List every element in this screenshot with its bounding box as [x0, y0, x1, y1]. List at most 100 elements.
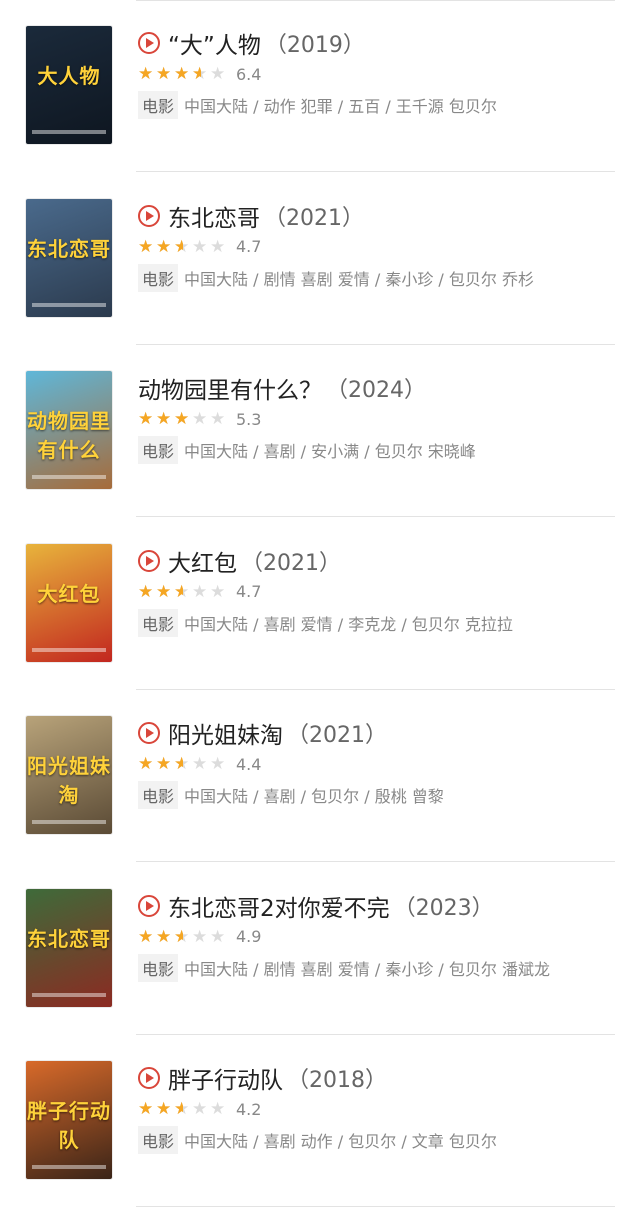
star-icon: ★	[192, 754, 208, 774]
play-icon[interactable]	[138, 32, 160, 54]
poster-caption-band	[32, 1165, 106, 1169]
movie-year: （2024）	[326, 378, 426, 403]
star-rating: ★ ★ ★ ★ ★ ★ ★ ★ ★	[138, 64, 228, 84]
movie-meta: 中国大陆 / 剧情 喜剧 爱情 / 秦小珍 / 包贝尔 潘斌龙	[184, 959, 550, 979]
movie-year: （2019）	[264, 33, 365, 58]
type-tag: 电影	[138, 608, 179, 637]
meta-row: 电影 中国大陆 / 喜剧 爱情 / 李克龙 / 包贝尔 克拉拉	[138, 608, 618, 638]
star-rating: ★ ★ ★ ★ ★ ★ ★ ★	[138, 581, 228, 602]
play-icon[interactable]	[138, 1067, 160, 1089]
movie-title[interactable]: 胖子行动队	[168, 1061, 283, 1095]
rating-row: ★ ★ ★ ★ ★ ★ ★ ★ 4.7	[138, 233, 618, 261]
movie-list-item[interactable]: 胖子行动队 胖子行动队 （2018） ★ ★ ★ ★ ★ ★ ★ ★ 4.2 电影 中国大陆 / 喜剧 动…	[0, 1035, 640, 1207]
movie-info: 胖子行动队 （2018） ★ ★ ★ ★ ★ ★ ★ ★ 4.2 电影 中国大陆 / 喜剧 动作 / 包…	[138, 1061, 618, 1155]
type-tag: 电影	[138, 263, 179, 292]
poster-caption-band	[32, 820, 106, 824]
movie-list-item[interactable]: 东北恋哥 东北恋哥 （2021） ★ ★ ★ ★ ★ ★ ★ ★ 4.7 电影 中国大陆 / 剧情 喜剧 …	[0, 173, 640, 345]
movie-title[interactable]: 东北恋哥2对你爱不完	[168, 889, 390, 923]
star-icon: ★ ★	[138, 1099, 154, 1119]
movie-year: （2021）	[287, 723, 387, 748]
movie-list-item[interactable]: 阳光姐妹淘 阳光姐妹淘 （2021） ★ ★ ★ ★ ★ ★ ★ ★ 4.4 电影 中国大陆 / 喜剧 /…	[0, 690, 640, 862]
poster-logo-text: 东北恋哥	[27, 926, 111, 951]
play-icon[interactable]	[138, 204, 160, 227]
meta-row: 电影 中国大陆 / 剧情 喜剧 爱情 / 秦小珍 / 包贝尔 乔杉	[138, 263, 618, 293]
title-row[interactable]: 胖子行动队 （2018）	[138, 1061, 618, 1095]
star-icon: ★ ★	[192, 64, 208, 84]
movie-list-item[interactable]: 东北恋哥 东北恋哥2对你爱不完 （2023） ★ ★ ★ ★ ★ ★ ★ ★ 4.9 电影 中国大陆 / …	[0, 863, 640, 1035]
star-icon: ★ ★	[138, 236, 154, 257]
star-icon: ★ ★	[156, 581, 172, 602]
poster-logo-text: 动物园里有什么	[27, 409, 111, 462]
play-icon[interactable]	[138, 894, 160, 917]
rating-row: ★ ★ ★ ★ ★ ★ ★ ★ ★ 6.4	[138, 60, 618, 88]
movie-meta: 中国大陆 / 喜剧 动作 / 包贝尔 / 文章 包贝尔	[184, 1132, 497, 1151]
star-icon: ★	[210, 754, 226, 774]
title-row[interactable]: 阳光姐妹淘 （2021）	[138, 716, 618, 750]
star-icon: ★ ★	[156, 1099, 172, 1119]
star-icon: ★	[210, 926, 226, 947]
movie-year: （2021）	[241, 550, 341, 576]
rating-score: 4.7	[236, 582, 262, 601]
movie-title[interactable]: 阳光姐妹淘	[168, 716, 283, 750]
star-icon: ★	[210, 236, 226, 257]
type-tag: 电影	[138, 781, 179, 809]
movie-poster[interactable]: 东北恋哥	[26, 888, 112, 1007]
title-row[interactable]: 大红包 （2021）	[138, 544, 618, 578]
rating-score: 4.9	[236, 927, 262, 946]
movie-poster[interactable]: 大人物	[26, 26, 112, 144]
poster-caption-band	[32, 992, 106, 997]
movie-info: “大”人物 （2019） ★ ★ ★ ★ ★ ★ ★ ★ ★ 6.4 电影 中国大陆 / 动作 犯罪 / …	[138, 26, 618, 120]
star-rating: ★ ★ ★ ★ ★ ★ ★ ★	[138, 236, 228, 257]
star-icon: ★	[210, 409, 226, 429]
poster-logo-text: 大人物	[37, 64, 101, 88]
rating-score: 6.4	[236, 64, 262, 84]
item-divider	[136, 1206, 615, 1207]
movie-meta: 中国大陆 / 动作 犯罪 / 五百 / 王千源 包贝尔	[184, 97, 497, 116]
star-icon: ★ ★	[156, 754, 172, 774]
movie-info: 东北恋哥 （2021） ★ ★ ★ ★ ★ ★ ★ ★ 4.7 电影 中国大陆 / 剧情 喜剧 爱情 /…	[138, 199, 618, 293]
title-row[interactable]: 动物园里有什么？ （2024）	[138, 371, 618, 405]
title-row[interactable]: 东北恋哥2对你爱不完 （2023）	[138, 889, 618, 923]
movie-title[interactable]: 动物园里有什么？	[138, 371, 322, 405]
movie-info: 大红包 （2021） ★ ★ ★ ★ ★ ★ ★ ★ 4.7 电影 中国大陆 / 喜剧 爱情 / 李克龙…	[138, 544, 618, 638]
star-icon: ★	[210, 64, 226, 84]
poster-logo-text: 阳光姐妹淘	[27, 754, 111, 807]
movie-poster[interactable]: 胖子行动队	[26, 1061, 112, 1179]
play-icon[interactable]	[138, 549, 160, 572]
movie-list-item[interactable]: 大红包 大红包 （2021） ★ ★ ★ ★ ★ ★ ★ ★ 4.7 电影 中国大陆 / 喜剧 爱情 / …	[0, 518, 640, 690]
rating-row: ★ ★ ★ ★ ★ ★ ★ ★ 4.4	[138, 750, 618, 778]
rating-row: ★ ★ ★ ★ ★ ★ ★ ★ 4.7	[138, 578, 618, 606]
meta-row: 电影 中国大陆 / 喜剧 / 包贝尔 / 殷桃 曾黎	[138, 780, 618, 810]
star-icon: ★ ★	[174, 1099, 190, 1119]
movie-poster[interactable]: 大红包	[26, 543, 112, 662]
star-icon: ★	[192, 236, 208, 257]
movie-list-item[interactable]: 大人物 “大”人物 （2019） ★ ★ ★ ★ ★ ★ ★ ★ ★ 6.4 电影 中国大陆 / 动作 犯罪…	[0, 0, 640, 172]
star-icon: ★	[192, 581, 208, 602]
movie-list-item[interactable]: 动物园里有什么 动物园里有什么？ （2024） ★ ★ ★ ★ ★ ★ ★ ★ 5.3 电影 中国大陆 /…	[0, 345, 640, 517]
meta-row: 电影 中国大陆 / 喜剧 动作 / 包贝尔 / 文章 包贝尔	[138, 1125, 618, 1155]
movie-poster[interactable]: 东北恋哥	[26, 198, 112, 317]
star-icon: ★ ★	[156, 409, 172, 429]
movie-info: 动物园里有什么？ （2024） ★ ★ ★ ★ ★ ★ ★ ★ 5.3 电影 中国大陆 / 喜剧 / 安…	[138, 371, 618, 465]
rating-row: ★ ★ ★ ★ ★ ★ ★ ★ 4.9	[138, 923, 618, 951]
movie-poster[interactable]: 动物园里有什么	[26, 371, 112, 489]
title-row[interactable]: “大”人物 （2019）	[138, 26, 618, 60]
movie-title[interactable]: 大红包	[168, 544, 237, 578]
movie-meta: 中国大陆 / 剧情 喜剧 爱情 / 秦小珍 / 包贝尔 乔杉	[184, 269, 534, 289]
poster-caption-band	[32, 475, 106, 479]
star-icon: ★ ★	[138, 926, 154, 947]
type-tag: 电影	[138, 91, 179, 119]
star-icon: ★ ★	[174, 236, 190, 257]
play-icon[interactable]	[138, 722, 160, 744]
movie-title[interactable]: 东北恋哥	[168, 199, 260, 233]
star-rating: ★ ★ ★ ★ ★ ★ ★ ★	[138, 409, 228, 429]
movie-title[interactable]: “大”人物	[168, 26, 261, 60]
movie-meta: 中国大陆 / 喜剧 / 安小满 / 包贝尔 宋晓峰	[184, 442, 476, 461]
star-icon: ★ ★	[138, 581, 154, 602]
type-tag: 电影	[138, 436, 179, 464]
type-tag: 电影	[138, 1126, 179, 1154]
rating-score: 5.3	[236, 409, 262, 429]
title-row[interactable]: 东北恋哥 （2021）	[138, 199, 618, 233]
movie-poster[interactable]: 阳光姐妹淘	[26, 716, 112, 834]
star-icon: ★	[210, 581, 226, 602]
